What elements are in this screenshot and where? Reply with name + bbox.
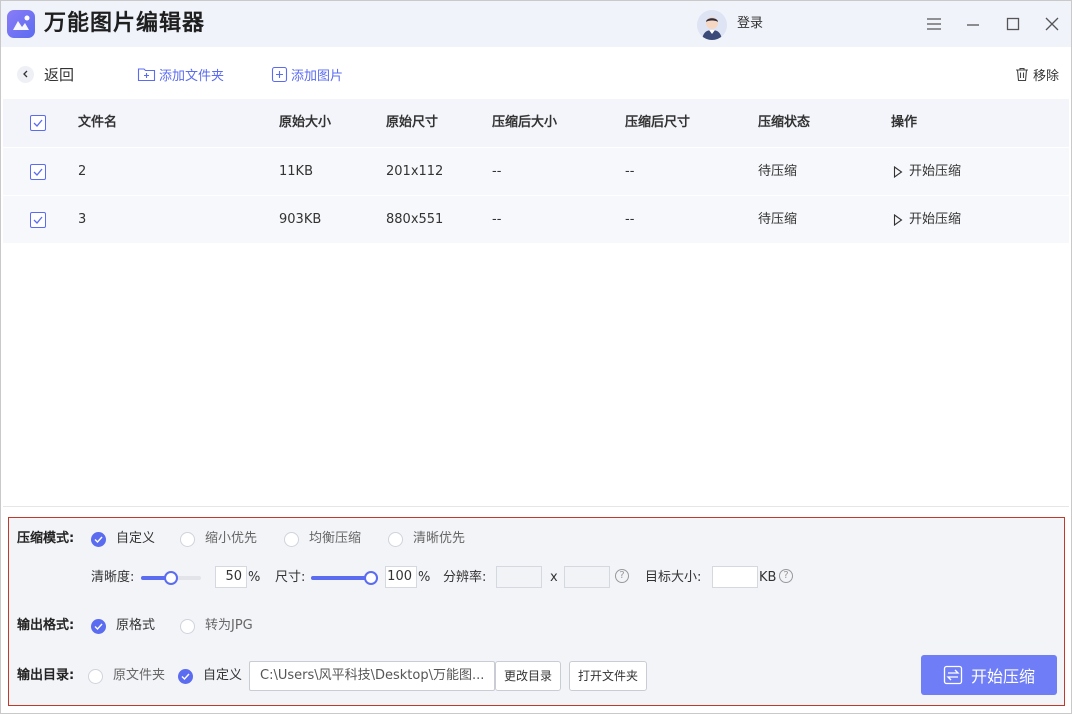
change-dir-button[interactable]: 更改目录 (495, 661, 561, 691)
cell-compressed-size: -- (492, 164, 502, 179)
app-window: 万能图片编辑器 登录 返回 添加文件夹 添加图片 移除 文件名 原始大小 原始尺… (0, 0, 1072, 714)
start-compress-row-label: 开始压缩 (909, 164, 962, 179)
mode-custom-radio[interactable]: 自定义 (91, 530, 155, 548)
dir-custom-label: 自定义 (203, 668, 243, 683)
resolution-height-input[interactable] (564, 566, 610, 588)
mode-balanced-label: 均衡压缩 (309, 531, 362, 546)
mode-clarity-label: 清晰优先 (413, 531, 466, 546)
size-label: 尺寸: (275, 570, 306, 585)
cell-original-dimensions: 880x551 (386, 212, 444, 227)
remove-button[interactable]: 移除 (1014, 65, 1059, 84)
cell-original-size: 903KB (279, 212, 322, 227)
clarity-percent-unit: % (248, 570, 261, 585)
login-link[interactable]: 登录 (737, 15, 763, 33)
output-path-field[interactable]: C:\Users\风平科技\Desktop\万能图... (249, 661, 495, 691)
resolution-help-icon[interactable]: ? (615, 569, 629, 583)
compression-mode-label: 压缩模式: (17, 531, 75, 546)
start-compress-row-button[interactable]: 开始压缩 (893, 148, 961, 196)
file-table: 文件名 原始大小 原始尺寸 压缩后大小 压缩后尺寸 压缩状态 操作 2 11KB… (3, 99, 1069, 243)
cell-filename: 2 (78, 164, 87, 179)
dir-original-label: 原文件夹 (113, 668, 166, 683)
mode-clarity-radio[interactable]: 清晰优先 (388, 530, 465, 548)
table-row[interactable]: 3 903KB 880x551 -- -- 待压缩 开始压缩 (3, 195, 1069, 243)
target-size-help-icon[interactable]: ? (779, 569, 793, 583)
header-actions: 操作 (891, 115, 918, 130)
app-logo-icon (7, 10, 35, 38)
header-original-dimensions[interactable]: 原始尺寸 (386, 99, 438, 147)
size-slider[interactable] (311, 571, 378, 585)
header-original-size[interactable]: 原始大小 (279, 99, 331, 147)
table-header: 文件名 原始大小 原始尺寸 压缩后大小 压缩后尺寸 压缩状态 操作 (3, 99, 1069, 147)
header-status[interactable]: 压缩状态 (758, 99, 810, 147)
cell-original-dimensions: 201x112 (386, 164, 444, 179)
target-size-label: 目标大小: (645, 570, 702, 585)
clarity-slider[interactable] (141, 571, 201, 585)
format-original-label: 原格式 (116, 618, 156, 633)
output-format-label: 输出格式: (17, 618, 75, 633)
output-dir-label: 输出目录: (17, 668, 75, 683)
remove-label: 移除 (1032, 68, 1059, 84)
folder-plus-icon (137, 68, 156, 82)
back-label: 返回 (44, 65, 75, 84)
minimize-icon[interactable] (961, 13, 985, 35)
format-jpg-label: 转为JPG (205, 618, 253, 633)
add-image-label: 添加图片 (291, 68, 344, 84)
app-title: 万能图片编辑器 (44, 11, 206, 36)
play-icon (893, 214, 903, 226)
format-jpg-radio[interactable]: 转为JPG (180, 617, 253, 635)
size-input[interactable]: 100 (385, 566, 417, 588)
cell-status: 待压缩 (758, 212, 798, 227)
toolbar: 返回 添加文件夹 添加图片 移除 (1, 47, 1071, 99)
size-percent-unit: % (418, 570, 431, 585)
close-icon[interactable] (1040, 13, 1064, 35)
trash-icon (1015, 67, 1028, 82)
mode-custom-label: 自定义 (116, 531, 156, 546)
target-size-input[interactable] (712, 566, 758, 588)
start-compress-button[interactable]: 开始压缩 (921, 655, 1057, 695)
title-bar: 万能图片编辑器 登录 (1, 1, 1071, 47)
clarity-label: 清晰度: (91, 570, 135, 585)
start-compress-row-button[interactable]: 开始压缩 (893, 196, 961, 244)
maximize-icon[interactable] (1001, 13, 1025, 35)
header-compressed-dimensions[interactable]: 压缩后尺寸 (625, 99, 690, 147)
target-size-unit: KB (759, 570, 777, 585)
open-folder-button[interactable]: 打开文件夹 (569, 661, 647, 691)
format-original-radio[interactable]: 原格式 (91, 617, 155, 635)
cell-status: 待压缩 (758, 164, 798, 179)
image-plus-icon (271, 66, 288, 82)
start-compress-row-label: 开始压缩 (909, 212, 962, 227)
mode-smaller-label: 缩小优先 (205, 531, 258, 546)
compression-settings-panel: 压缩模式: 自定义 缩小优先 均衡压缩 清晰优先 清晰度: 50 % 尺寸: 1… (8, 517, 1065, 706)
add-image-button[interactable]: 添加图片 (271, 65, 344, 84)
clarity-input[interactable]: 50 (215, 566, 247, 588)
divider (3, 506, 1069, 507)
dir-original-radio[interactable]: 原文件夹 (88, 667, 165, 685)
play-icon (893, 166, 903, 178)
cell-compressed-dimensions: -- (625, 164, 635, 179)
select-all-checkbox[interactable] (30, 115, 46, 131)
cell-compressed-size: -- (492, 212, 502, 227)
resolution-x-separator: x (550, 570, 558, 585)
header-compressed-size[interactable]: 压缩后大小 (492, 99, 557, 147)
start-compress-label: 开始压缩 (970, 667, 1035, 686)
cell-compressed-dimensions: -- (625, 212, 635, 227)
resolution-width-input[interactable] (496, 566, 542, 588)
dir-custom-radio[interactable]: 自定义 (178, 667, 242, 685)
mode-smaller-radio[interactable]: 缩小优先 (180, 530, 257, 548)
table-row[interactable]: 2 11KB 201x112 -- -- 待压缩 开始压缩 (3, 147, 1069, 195)
mode-balanced-radio[interactable]: 均衡压缩 (284, 530, 361, 548)
add-folder-label: 添加文件夹 (159, 68, 225, 84)
add-folder-button[interactable]: 添加文件夹 (137, 65, 225, 84)
back-button[interactable]: 返回 (17, 65, 75, 84)
cell-filename: 3 (78, 212, 87, 227)
chevron-left-icon (17, 65, 34, 83)
cell-original-size: 11KB (279, 164, 313, 179)
menu-icon[interactable] (922, 13, 946, 35)
row-checkbox[interactable] (30, 164, 46, 180)
user-avatar-icon[interactable] (697, 10, 727, 40)
header-filename[interactable]: 文件名 (78, 99, 117, 147)
resolution-label: 分辨率: (443, 570, 487, 585)
row-checkbox[interactable] (30, 212, 46, 228)
convert-icon (943, 665, 963, 685)
